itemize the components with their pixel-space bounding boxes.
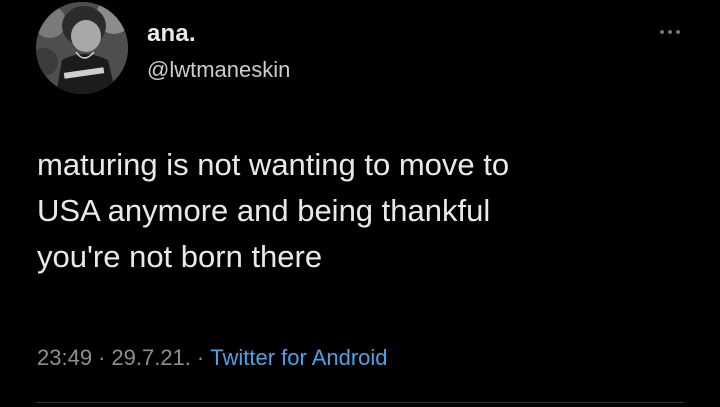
- tweet-card: ana. @lwtmaneskin maturing is not wantin…: [0, 0, 720, 407]
- more-dots-icon: [660, 30, 680, 34]
- tweet-date[interactable]: 29.7.21.: [111, 345, 191, 371]
- avatar-image: [36, 2, 128, 94]
- tweet-metadata: 23:49 · 29.7.21. · Twitter for Android: [37, 345, 388, 371]
- meta-separator: ·: [196, 345, 205, 370]
- user-handle[interactable]: @lwtmaneskin: [147, 57, 290, 83]
- tweet-text: maturing is not wanting to move to USA a…: [37, 147, 510, 274]
- more-options-button[interactable]: [650, 20, 690, 44]
- avatar[interactable]: [36, 2, 128, 94]
- meta-separator: ·: [98, 345, 106, 370]
- divider: [36, 402, 684, 403]
- tweet-source-link[interactable]: Twitter for Android: [210, 345, 387, 371]
- display-name[interactable]: ana.: [147, 20, 196, 48]
- tweet-time[interactable]: 23:49: [37, 345, 92, 371]
